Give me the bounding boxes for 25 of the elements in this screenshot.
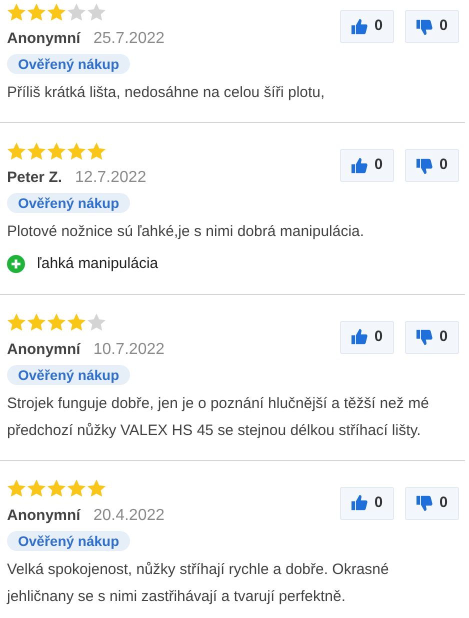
like-button[interactable]: 0 [340, 10, 394, 43]
review-text: Velká spokojenost, nůžky stříhají rychle a dobře. Okrasné jehličnany se s nimi zastřihávají a tvarují perfektně. [7, 560, 390, 606]
verified-badge: Ověřený nákup [7, 193, 130, 213]
review-text: Strojek funguje dobře, jen je o poznání hlučnější a těžší než mé předchozí nůžky VALEX HS 45 se stejnou délkou stříhací lišty. [7, 394, 430, 440]
review-date: 20.4.2022 [93, 506, 165, 526]
author-name: Anonymní [7, 340, 80, 360]
pro-text: ľahká manipulácia [37, 254, 158, 274]
review-text: Příliš krátká lišta, nedosáhne na celou šíři plotu, [7, 83, 326, 103]
review-date: 25.7.2022 [93, 29, 165, 49]
review-date: 12.7.2022 [75, 168, 146, 188]
like-button[interactable]: 0 [340, 149, 394, 182]
review-date: 10.7.2022 [93, 340, 165, 360]
author-name: Anonymní [7, 506, 80, 526]
dislike-button[interactable]: 0 [405, 486, 459, 520]
like-button[interactable]: 0 [340, 320, 394, 354]
verified-badge: Ověřený nákup [7, 364, 130, 384]
dislike-button[interactable]: 0 [405, 10, 459, 43]
like-button[interactable]: 0 [340, 486, 394, 520]
review-text: Plotové nožnice sú ľahké,je s nimi dobrá manipulácia. [7, 222, 366, 242]
author-name: Anonymní [7, 29, 80, 49]
verified-badge: Ověřený nákup [7, 530, 130, 550]
dislike-button[interactable]: 0 [405, 320, 459, 354]
author-name: Peter Z. [7, 168, 62, 188]
verified-badge: Ověřený nákup [7, 54, 130, 74]
dislike-button[interactable]: 0 [405, 149, 459, 182]
